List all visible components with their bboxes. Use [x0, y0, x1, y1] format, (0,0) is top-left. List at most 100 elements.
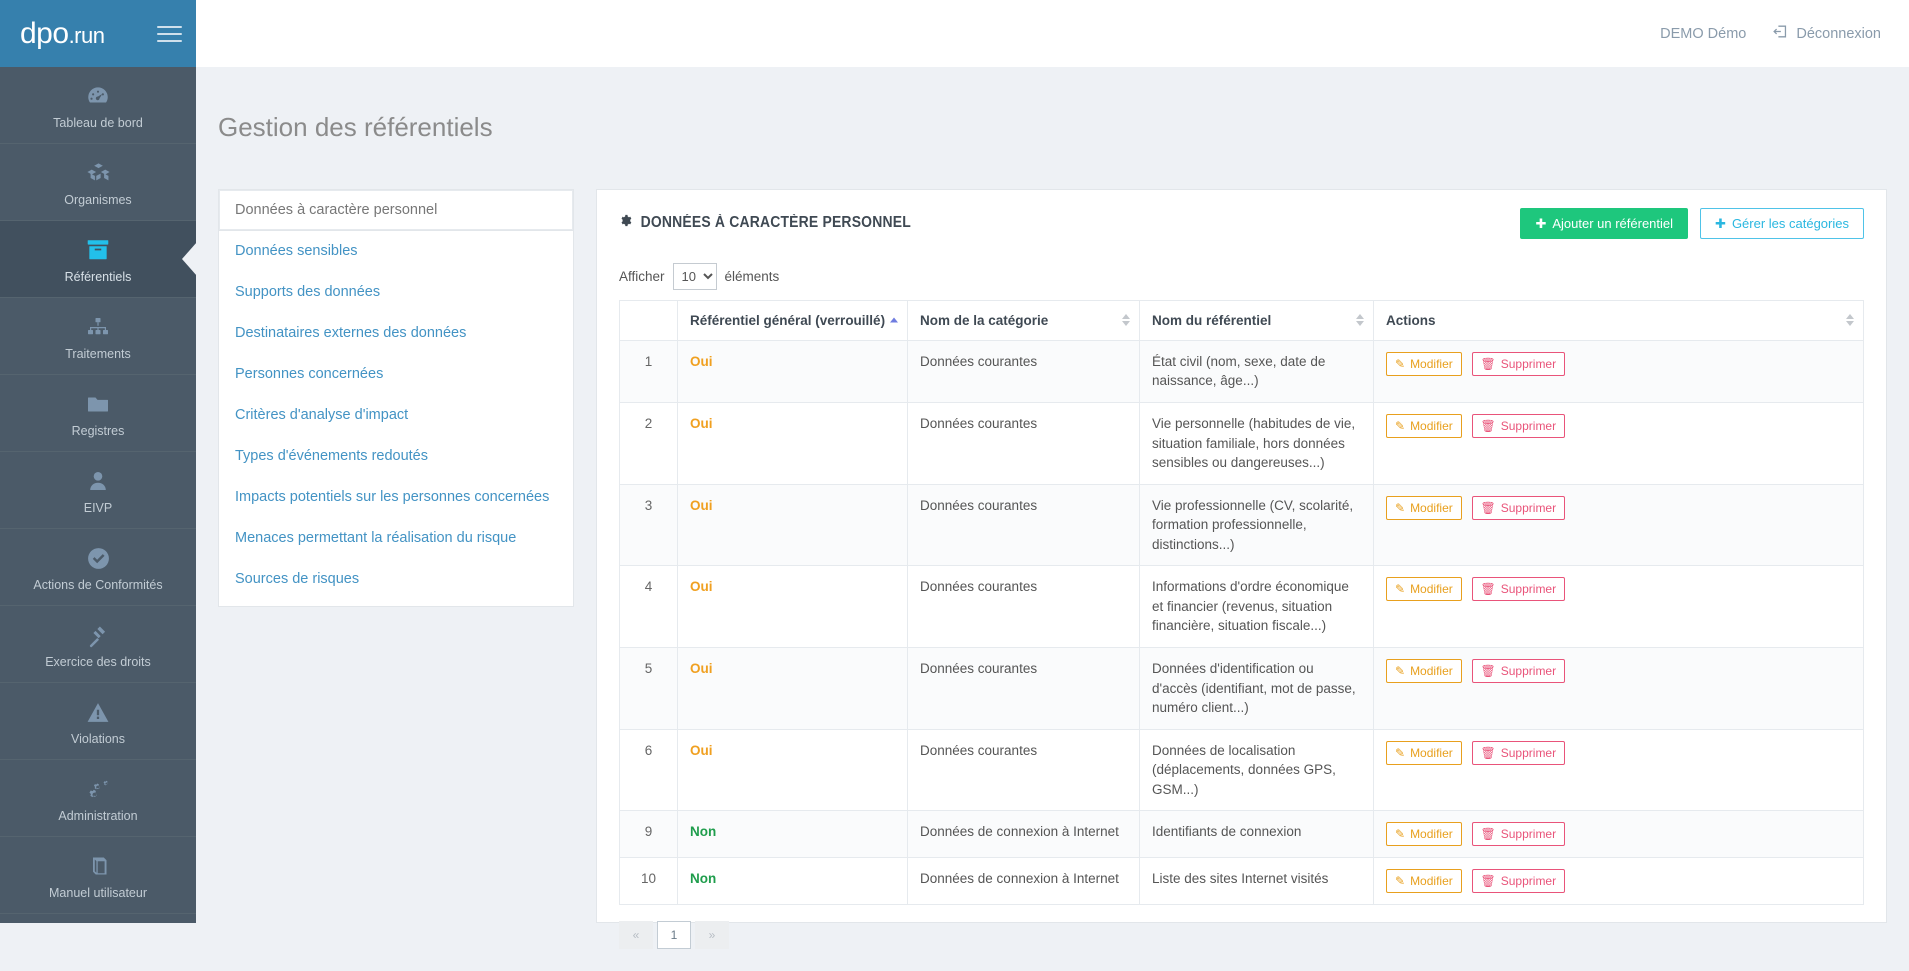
table-row: 5 Oui Données courantes Données d'identi…: [619, 647, 1864, 730]
delete-button[interactable]: 🗑 Supprimer: [1471, 413, 1566, 438]
sidebar-item-label: Manuel utilisateur: [49, 886, 147, 900]
pagination-next[interactable]: »: [695, 921, 729, 950]
sidebar-item-tableau-de-bord[interactable]: Tableau de bord: [0, 67, 196, 144]
column-header-actions[interactable]: Actions: [1373, 299, 1864, 341]
row-name: Identifiants de connexion: [1139, 810, 1374, 859]
warning-triangle-icon: [6, 697, 190, 727]
row-index: 10: [619, 857, 678, 906]
add-referentiel-button[interactable]: ✚ Ajouter un référentiel: [1520, 207, 1689, 239]
table-head: Référentiel général (verrouillé) Nom de …: [619, 299, 1864, 341]
user-name[interactable]: DEMO Démo: [1660, 26, 1746, 42]
list-item-personnes-concernees[interactable]: Personnes concernées: [219, 354, 573, 395]
topbar: DEMO Démo Déconnexion: [196, 0, 1909, 67]
plus-icon: ✚: [1535, 215, 1547, 231]
page-title: Gestion des référentiels: [218, 112, 493, 143]
sidebar-item-label: Actions de Conformités: [33, 578, 163, 592]
column-header-referentiel-general[interactable]: Référentiel général (verrouillé): [677, 299, 908, 341]
row-index: 1: [619, 339, 678, 403]
column-header-index[interactable]: [619, 299, 678, 341]
sidebar-item-exercice-des-droits[interactable]: Exercice des droits: [0, 606, 196, 683]
edit-label: Modifier: [1410, 827, 1453, 842]
row-actions: ✎ Modifier 🗑 Supprimer: [1373, 728, 1864, 812]
delete-button[interactable]: 🗑 Supprimer: [1471, 740, 1566, 765]
delete-button[interactable]: 🗑 Supprimer: [1471, 659, 1566, 683]
list-item-donnees-a-caractere-personnel[interactable]: Données à caractère personnel: [219, 189, 573, 231]
dashboard-gauge-icon: [6, 81, 190, 111]
edit-button[interactable]: ✎ Modifier: [1386, 740, 1462, 765]
sidebar-item-traitements[interactable]: Traitements: [0, 298, 196, 375]
sidebar-item-label: Exercice des droits: [45, 655, 151, 669]
delete-button[interactable]: 🗑 Supprimer: [1471, 577, 1566, 602]
logout-button[interactable]: Déconnexion: [1772, 23, 1881, 44]
row-index: 3: [619, 483, 678, 567]
list-item-supports-des-donnees[interactable]: Supports des données: [219, 272, 573, 313]
edit-button[interactable]: ✎ Modifier: [1386, 351, 1462, 376]
column-header-nom-referentiel[interactable]: Nom du référentiel: [1139, 299, 1374, 341]
row-index: 4: [619, 565, 678, 648]
row-general: Oui: [677, 565, 908, 648]
brand-logo[interactable]: dpo.run: [20, 18, 105, 49]
trash-icon: 🗑: [1480, 874, 1496, 889]
edit-button[interactable]: ✎ Modifier: [1386, 659, 1462, 683]
general-value: Non: [690, 824, 717, 840]
sidebar-item-administration[interactable]: Administration: [0, 760, 196, 837]
sidebar-item-violations[interactable]: Violations: [0, 683, 196, 760]
row-category: Données courantes: [907, 647, 1140, 730]
edit-label: Modifier: [1410, 664, 1453, 678]
delete-button[interactable]: 🗑 Supprimer: [1471, 495, 1566, 520]
list-item-impacts-potentiels[interactable]: Impacts potentiels sur les personnes con…: [219, 477, 573, 518]
edit-label: Modifier: [1410, 356, 1453, 371]
table-row: 3 Oui Données courantes Vie professionne…: [619, 483, 1864, 567]
sidebar-item-label: Traitements: [65, 347, 131, 361]
user-icon: [6, 466, 190, 496]
sidebar-item-manuel-utilisateur[interactable]: Manuel utilisateur: [0, 837, 196, 914]
list-item-types-evenements-redoutes[interactable]: Types d'événements redoutés: [219, 436, 573, 477]
row-general: Oui: [677, 483, 908, 567]
sign-out-icon: [1772, 23, 1789, 44]
sidebar-item-referentiels[interactable]: Référentiels: [0, 221, 196, 298]
pencil-square-icon: ✎: [1395, 827, 1406, 842]
app-root: dpo.run Tableau de bord Organismes Référ…: [0, 0, 1909, 950]
gavel-icon: [6, 620, 190, 650]
row-index: 2: [619, 401, 678, 485]
pencil-square-icon: ✎: [1395, 745, 1406, 760]
column-header-nom-categorie[interactable]: Nom de la catégorie: [907, 299, 1140, 341]
pencil-square-icon: ✎: [1395, 874, 1406, 889]
list-item-sources-de-risques[interactable]: Sources de risques: [219, 559, 573, 600]
book-icon: [6, 851, 190, 881]
referentiel-category-list: Données à caractère personnel Données se…: [218, 188, 574, 607]
row-name: Vie professionnelle (CV, scolarité, form…: [1139, 483, 1374, 567]
hamburger-icon[interactable]: [157, 21, 182, 47]
list-item-menaces[interactable]: Menaces permettant la réalisation du ris…: [219, 518, 573, 559]
sidebar-item-registres[interactable]: Registres: [0, 375, 196, 452]
edit-button[interactable]: ✎ Modifier: [1386, 822, 1462, 847]
edit-button[interactable]: ✎ Modifier: [1386, 413, 1462, 438]
edit-button[interactable]: ✎ Modifier: [1386, 577, 1462, 602]
table-row: 4 Oui Données courantes Informations d'o…: [619, 565, 1864, 648]
folder-icon: [6, 389, 190, 419]
edit-button[interactable]: ✎ Modifier: [1386, 869, 1462, 894]
referentiel-panel: DONNÉES À CARACTÈRE PERSONNEL ✚ Ajouter …: [596, 188, 1887, 950]
list-item-donnees-sensibles[interactable]: Données sensibles: [219, 231, 573, 272]
list-item-criteres-analyse-impact[interactable]: Critères d'analyse d'impact: [219, 395, 573, 436]
delete-button[interactable]: 🗑 Supprimer: [1471, 822, 1566, 847]
main-area: DEMO Démo Déconnexion Gestion des référe…: [196, 0, 1909, 950]
trash-icon: 🗑: [1480, 500, 1496, 515]
sidebar-item-eivp[interactable]: EIVP: [0, 452, 196, 529]
list-item-destinataires-externes[interactable]: Destinataires externes des données: [219, 313, 573, 354]
general-value: Oui: [690, 353, 713, 369]
edit-button[interactable]: ✎ Modifier: [1386, 495, 1462, 520]
brand-header: dpo.run: [0, 0, 196, 67]
delete-label: Supprimer: [1500, 827, 1557, 842]
list-item-mesures-de-securite[interactable]: Mesures de sécurité: [219, 600, 573, 606]
pagination-page-1[interactable]: 1: [657, 921, 691, 950]
delete-button[interactable]: 🗑 Supprimer: [1471, 351, 1566, 376]
pagination-prev[interactable]: «: [619, 921, 653, 950]
table-length-select[interactable]: 10 25 50 100: [672, 262, 717, 290]
row-actions: ✎ Modifier 🗑 Supprimer: [1373, 647, 1864, 730]
trash-icon: 🗑: [1480, 745, 1496, 760]
manage-categories-button[interactable]: ✚ Gérer les catégories: [1700, 207, 1864, 239]
sidebar-item-actions-de-conformites[interactable]: Actions de Conformités: [0, 529, 196, 606]
sidebar-item-organismes[interactable]: Organismes: [0, 144, 196, 221]
delete-button[interactable]: 🗑 Supprimer: [1471, 869, 1566, 894]
